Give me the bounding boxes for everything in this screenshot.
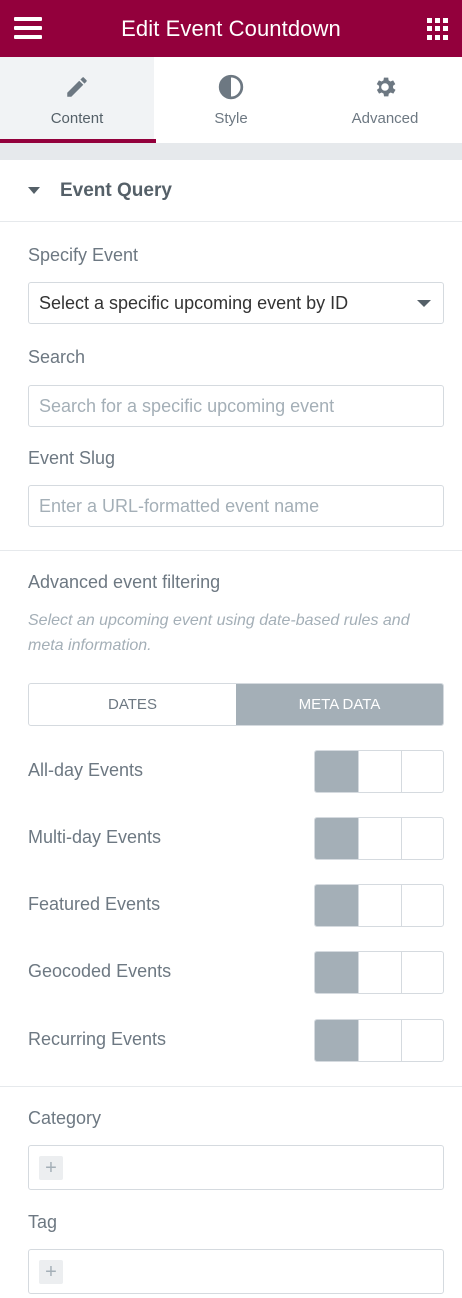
recurring-events-toggle (314, 1019, 444, 1062)
add-category-plus-icon[interactable]: + (39, 1156, 63, 1180)
multi-day-events-label: Multi-day Events (28, 827, 162, 847)
specify-event-value: Select a specific upcoming event by ID (39, 292, 349, 313)
tab-advanced[interactable]: Advanced (308, 57, 462, 143)
featured-events-toggle (314, 884, 444, 927)
divider (0, 1086, 462, 1087)
toggle-option-any[interactable] (315, 751, 359, 792)
geocoded-events-toggle (314, 951, 444, 994)
filter-mode-switch: DATES META DATA (28, 683, 444, 726)
hamburger-icon[interactable] (14, 17, 42, 39)
toggle-option-no[interactable] (400, 751, 443, 792)
all-day-events-toggle (314, 750, 444, 793)
search-label: Search (28, 347, 86, 367)
toggle-option-yes[interactable] (358, 1020, 400, 1061)
specify-event-label: Specify Event (28, 245, 139, 265)
featured-events-label: Featured Events (28, 894, 161, 914)
toggle-option-no[interactable] (400, 952, 443, 993)
tab-style[interactable]: Style (154, 57, 308, 143)
toggle-option-yes[interactable] (358, 952, 400, 993)
event-slug-field-wrap (28, 485, 444, 527)
all-day-events-label: All-day Events (28, 760, 144, 780)
specify-event-select[interactable]: Select a specific upcoming event by ID (28, 282, 444, 324)
tab-advanced-label: Advanced (351, 109, 419, 127)
multi-day-events-toggle (314, 817, 444, 860)
search-field-wrap (28, 385, 444, 427)
category-label: Category (28, 1108, 102, 1128)
geocoded-events-label: Geocoded Events (28, 961, 172, 981)
tag-label: Tag (28, 1212, 58, 1232)
toggle-option-no[interactable] (400, 818, 443, 859)
search-input[interactable] (39, 386, 443, 426)
toggle-option-no[interactable] (400, 1020, 443, 1061)
tab-content[interactable]: Content (0, 57, 156, 143)
tab-content-label: Content (50, 109, 104, 127)
toggle-option-any[interactable] (315, 818, 359, 859)
panel-header: Edit Event Countdown (0, 0, 462, 57)
divider (0, 550, 462, 551)
event-slug-label: Event Slug (28, 448, 116, 468)
caret-down-icon (28, 187, 40, 194)
divider-band (0, 143, 462, 160)
chevron-down-icon (417, 300, 431, 307)
grid-icon[interactable] (427, 18, 449, 40)
toggle-option-yes[interactable] (358, 751, 400, 792)
event-slug-input[interactable] (39, 486, 443, 526)
advanced-filtering-label: Advanced event filtering (28, 572, 221, 592)
category-select[interactable]: + (28, 1145, 444, 1190)
toggle-option-no[interactable] (400, 885, 443, 926)
half-circle-icon (218, 74, 244, 99)
toggle-option-any[interactable] (315, 952, 359, 993)
recurring-events-label: Recurring Events (28, 1029, 167, 1049)
section-title: Event Query (60, 179, 172, 201)
panel-title: Edit Event Countdown (121, 15, 341, 41)
pencil-icon (67, 76, 87, 97)
advanced-filtering-description: Select an upcoming event using date-base… (28, 612, 410, 654)
toggle-option-yes[interactable] (358, 818, 400, 859)
section-toggle-event-query[interactable]: Event Query (0, 160, 462, 222)
toggle-option-any[interactable] (315, 885, 359, 926)
toggle-option-any[interactable] (315, 1020, 359, 1061)
tab-dates[interactable]: DATES (29, 684, 236, 725)
panel-tabs: Content Style Advanced (0, 57, 462, 143)
add-tag-plus-icon[interactable]: + (39, 1260, 63, 1284)
tab-meta-data[interactable]: META DATA (236, 684, 443, 725)
gear-icon (376, 77, 396, 96)
toggle-option-yes[interactable] (358, 885, 400, 926)
tab-style-label: Style (214, 109, 248, 127)
tag-select[interactable]: + (28, 1249, 444, 1294)
